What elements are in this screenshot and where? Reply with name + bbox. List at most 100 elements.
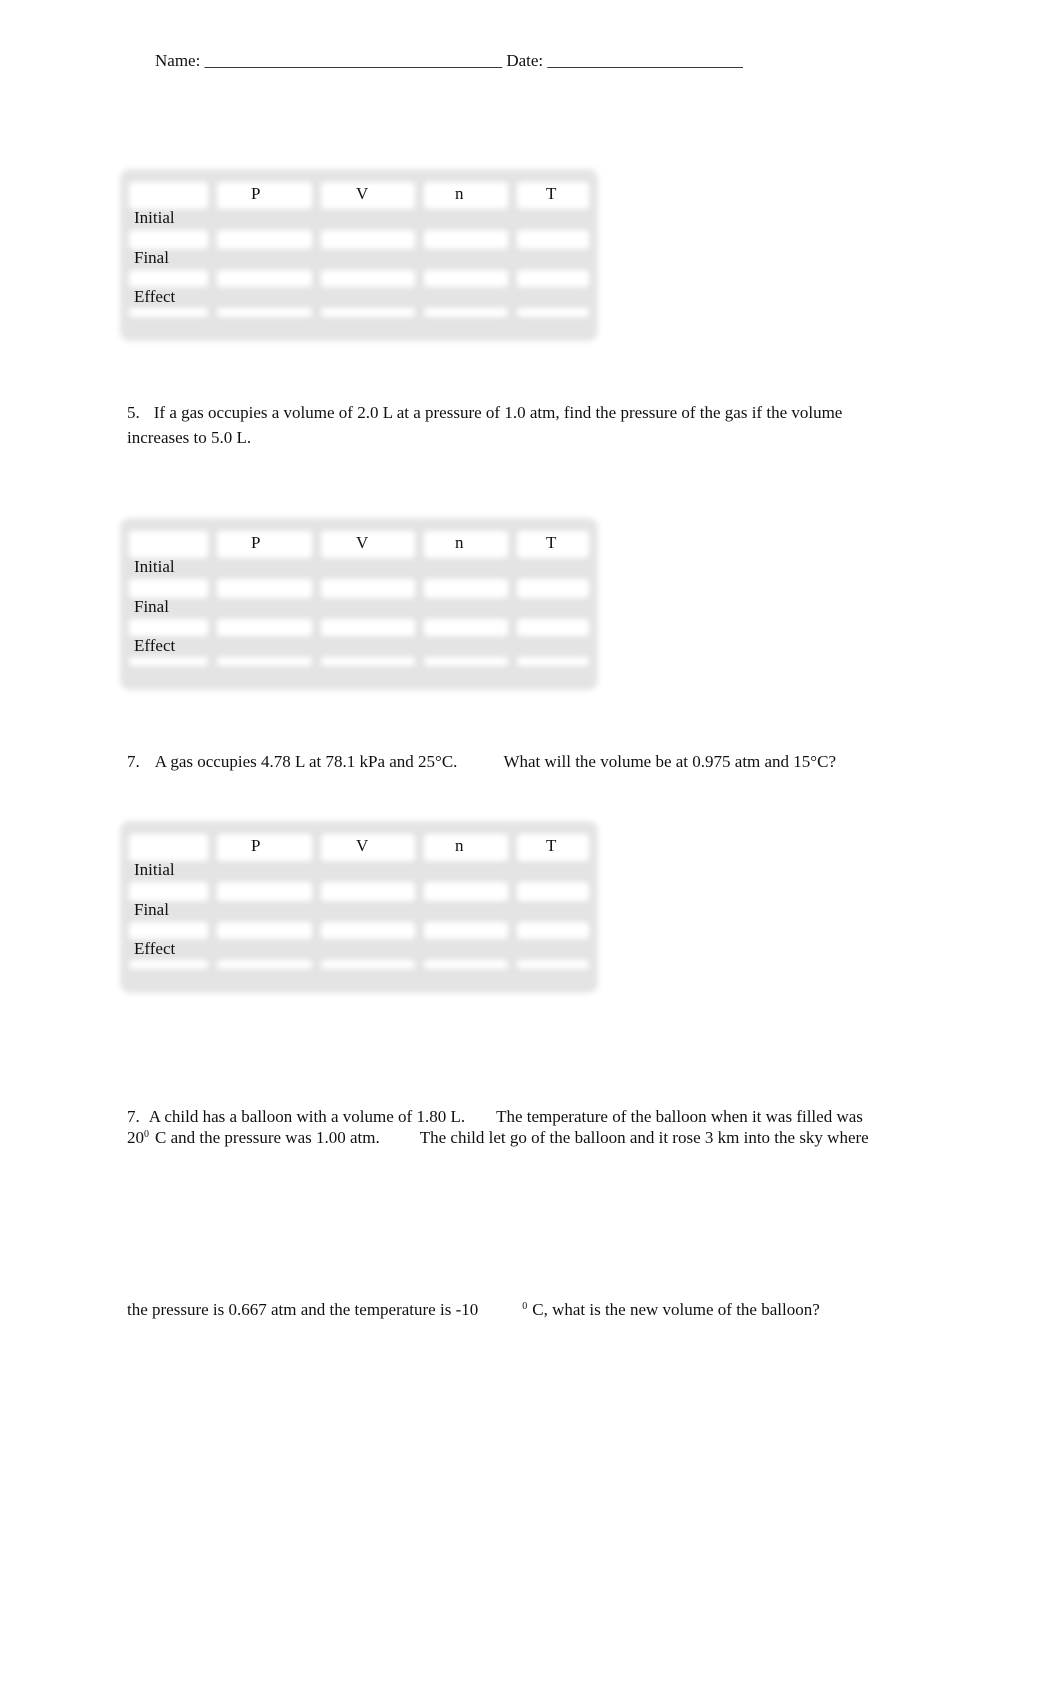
column-header: T [546,184,557,203]
table-cell[interactable] [517,922,589,939]
column-header: P [251,184,261,203]
table-cell[interactable] [517,270,589,287]
table-cell[interactable] [321,270,415,287]
column-header: n [455,533,464,552]
table-cell[interactable] [217,882,312,901]
table-cell[interactable] [321,230,415,249]
row-label: Initial [134,860,175,879]
pvnt-table-1: P Vn T Initial Final Effect [120,169,598,341]
pvnt-table-3: P Vn T Initial Final Effect [120,821,598,993]
question-text: If a gas occupies a volume of 2.0 L at a… [153,403,843,422]
column-header: P [251,836,261,855]
table-cell [129,579,208,598]
question-text: C and the pressure was 1.00 atm. [155,1128,380,1147]
table-cell [217,531,312,558]
row-label: Effect [134,287,176,306]
table-cell [424,834,508,861]
table-cell[interactable] [217,922,312,939]
question-7a: 7. A gas occupies 4.78 L at 78.1 kPa and … [127,752,836,772]
name-label: Name: [155,51,201,70]
date-label: Date: [506,51,544,70]
row-label: Final [134,900,169,919]
table-cell[interactable] [321,960,415,969]
table-cell[interactable] [321,922,415,939]
column-header: P [251,533,261,552]
table-cell [129,960,208,969]
table-cell [129,834,208,861]
column-header: n [455,836,464,855]
table-cell[interactable] [217,960,312,969]
table-cell[interactable] [424,579,508,598]
name-date-header: Name: __________________________________… [155,51,743,71]
question-text: C, what is the new volume of the balloon… [532,1300,820,1319]
table-cell [129,230,208,249]
table-cell [424,182,508,209]
table-cell [129,922,208,939]
table-cell[interactable] [321,619,415,636]
row-label: Effect [134,636,176,655]
table-cell [129,882,208,901]
table-cell[interactable] [424,230,508,249]
row-label: Initial [134,208,175,227]
table-cell[interactable] [321,657,415,666]
table-cell[interactable] [424,270,508,287]
table-cell [217,182,312,209]
degree-superscript: 0 [522,1301,528,1312]
table-cell[interactable] [217,230,312,249]
table-cell[interactable] [517,619,589,636]
row-label: Final [134,248,169,267]
table-cell[interactable] [217,579,312,598]
question-number: 5. [127,403,140,422]
question-5-line-1: 5. If a gas occupies a volume of 2.0 L at… [127,403,842,423]
table-cell[interactable] [424,657,508,666]
table-cell [129,182,208,209]
question-text: the pressure is 0.667 atm and the temper… [127,1300,479,1319]
table-cell[interactable] [321,882,415,901]
table-cell[interactable] [424,922,508,939]
column-header: V [356,533,369,552]
question-7b-line-2: 200 C and the pressure was 1.00 atm. The c… [127,1128,869,1148]
question-7b-line-3: the pressure is 0.667 atm and the temper… [127,1300,820,1320]
table-cell [129,270,208,287]
table-cell[interactable] [217,270,312,287]
column-header: V [356,184,369,203]
question-number: 7. [127,752,140,771]
question-text-part-2: What will the volume be at 0.975 atm and… [503,752,836,771]
table-cell [129,619,208,636]
question-text: increases to 5.0 L. [127,428,252,447]
row-label: Effect [134,939,176,958]
table-cell[interactable] [217,308,312,317]
table-cell [424,531,508,558]
table-cell[interactable] [517,960,589,969]
table-cell[interactable] [217,619,312,636]
question-text: The child let go of the balloon and it r… [419,1128,869,1147]
column-header: T [546,836,557,855]
name-blank[interactable]: ___________________________________ [205,51,503,70]
table-cell[interactable] [321,308,415,317]
pvnt-table-2: P Vn T Initial Final Effect [120,518,598,690]
table-cell[interactable] [517,657,589,666]
table-cell[interactable] [517,308,589,317]
date-blank[interactable]: _______________________ [547,51,743,70]
table-cell [129,308,208,317]
table-cell[interactable] [424,882,508,901]
table-cell[interactable] [217,657,312,666]
table-cell[interactable] [321,579,415,598]
row-label: Final [134,597,169,616]
question-7b-line-1: 7. A child has a balloon with a volume of… [127,1107,863,1127]
table-cell[interactable] [424,960,508,969]
table-cell[interactable] [424,619,508,636]
column-header: T [546,533,557,552]
question-text: The temperature of the balloon when it w… [496,1107,863,1126]
table-cell[interactable] [517,230,589,249]
table-cell [129,657,208,666]
table-cell[interactable] [517,579,589,598]
question-text: A child has a balloon with a volume of 1… [148,1107,466,1126]
table-cell[interactable] [424,308,508,317]
question-number: 7. [127,1107,140,1126]
row-label: Initial [134,557,175,576]
column-header: n [455,184,464,203]
column-header: V [356,836,369,855]
table-cell[interactable] [517,882,589,901]
question-text-part-1: A gas occupies 4.78 L at 78.1 kPa and 25… [154,752,458,771]
